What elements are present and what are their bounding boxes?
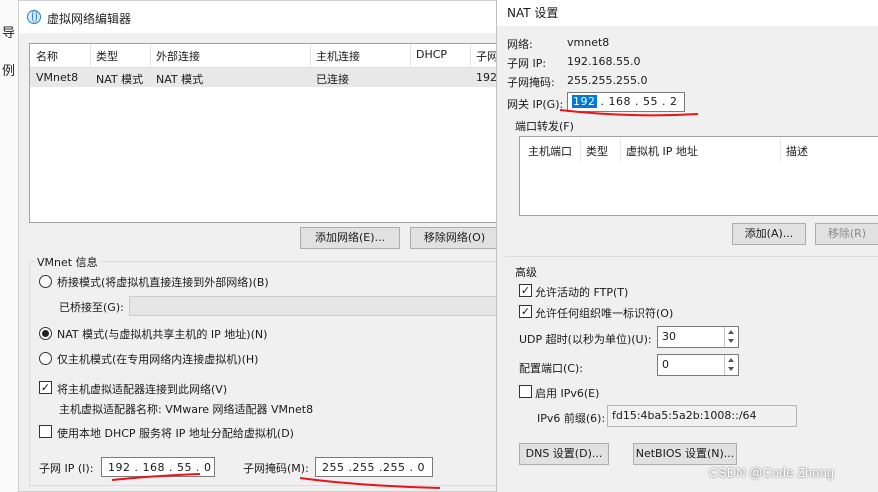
bridged-to-label: 已桥接至(G):: [59, 301, 124, 314]
arrow-up-icon[interactable]: [728, 330, 734, 334]
network-list[interactable]: 名称 类型 外部连接 主机连接 DHCP 子网 VMnet8 NAT 模式 NA…: [29, 43, 519, 223]
add-network-button[interactable]: 添加网络(E)...: [300, 227, 400, 249]
allow-ftp-checkbox[interactable]: ✓: [519, 284, 532, 297]
spinner-arrows[interactable]: [724, 327, 738, 347]
dns-settings-button[interactable]: DNS 设置(D)...: [519, 443, 609, 465]
gateway-rest: . 168 . 55 . 2: [596, 95, 678, 108]
subnet-ip-field[interactable]: 192 . 168 . 55 . 0: [101, 457, 215, 477]
column-header-subnet[interactable]: 子网: [476, 48, 498, 64]
column-header-external[interactable]: 外部连接: [156, 48, 200, 64]
arrow-up-icon[interactable]: [728, 358, 734, 362]
list-header: 名称 类型 外部连接 主机连接 DHCP 子网: [30, 44, 518, 68]
title-bar: 虚拟网络编辑器: [19, 1, 499, 33]
ipv6-prefix-field[interactable]: fd15:4ba5:5a2b:1008::/64: [607, 405, 797, 427]
gateway-ip-field[interactable]: 192 . 168 . 55 . 2: [567, 92, 685, 112]
column-header-host[interactable]: 主机连接: [316, 48, 360, 64]
connect-adapter-checkbox[interactable]: ✓: [39, 381, 52, 394]
pf-col-vm-ip[interactable]: 虚拟机 IP 地址: [626, 143, 698, 159]
enable-ipv6-checkbox[interactable]: [519, 385, 532, 398]
vmnet-info-group: [29, 261, 511, 486]
cell-type: NAT 模式: [96, 73, 144, 86]
vmnet-info-label: VMnet 信息: [35, 254, 100, 270]
spinner-arrows[interactable]: [724, 355, 738, 375]
arrow-down-icon[interactable]: [728, 367, 734, 371]
subnet-ip-value: 192.168.55.0: [567, 55, 641, 68]
allow-oui-checkbox[interactable]: ✓: [519, 305, 532, 318]
allow-oui-label[interactable]: 允许任何组织唯一标识符(O): [535, 305, 673, 321]
nat-settings-window: NAT 设置 网络: vmnet8 子网 IP: 192.168.55.0 子网…: [496, 0, 878, 492]
subnet-ip-label: 子网 IP:: [507, 57, 547, 70]
network-value: vmnet8: [567, 36, 610, 49]
gateway-first-octet: 192: [572, 95, 597, 108]
advanced-label: 高级: [515, 266, 537, 279]
network-label: 网络:: [507, 38, 533, 51]
network-globe-icon: [27, 10, 41, 24]
subnet-ip-label: 子网 IP (I):: [39, 462, 94, 475]
background-text: 导: [2, 26, 16, 41]
arrow-down-icon[interactable]: [728, 339, 734, 343]
background-page: 导 例: [0, 0, 20, 492]
column-header-name[interactable]: 名称: [36, 48, 58, 64]
subnet-mask-label: 子网掩码(M):: [243, 462, 309, 475]
enable-ipv6-label[interactable]: 启用 IPv6(E): [535, 385, 599, 401]
add-port-forward-button[interactable]: 添加(A)...: [732, 223, 806, 245]
host-only-radio[interactable]: [39, 352, 52, 365]
virtual-network-editor-window: 虚拟网络编辑器 名称 类型 外部连接 主机连接 DHCP 子网 VMnet8 N…: [18, 0, 519, 492]
config-port-spinner[interactable]: 0: [657, 354, 739, 376]
adapter-name-text: 主机虚拟适配器名称: VMware 网络适配器 VMnet8: [59, 403, 314, 416]
subnet-mask-value: 255.255.255.0: [567, 74, 648, 87]
udp-timeout-value: 30: [662, 330, 676, 343]
allow-ftp-label[interactable]: 允许活动的 FTP(T): [535, 284, 628, 300]
nat-radio[interactable]: [39, 327, 52, 340]
udp-timeout-label: UDP 超时(以秒为单位)(U):: [519, 333, 652, 346]
window-title: NAT 设置: [507, 6, 559, 20]
gateway-ip-label: 网关 IP(G):: [507, 98, 564, 111]
remove-port-forward-button[interactable]: 移除(R): [815, 223, 878, 245]
host-only-radio-label[interactable]: 仅主机模式(在专用网络内连接虚拟机)(H): [57, 351, 258, 367]
subnet-mask-label: 子网掩码:: [507, 76, 555, 89]
window-title: 虚拟网络编辑器: [47, 12, 132, 26]
config-port-value: 0: [662, 358, 669, 371]
cell-host: 已连接: [316, 73, 349, 86]
ipv6-prefix-label: IPv6 前缀(6):: [537, 412, 606, 425]
config-port-label: 配置端口(C):: [519, 362, 583, 375]
netbios-settings-button[interactable]: NetBIOS 设置(N)...: [633, 443, 737, 465]
dhcp-checkbox[interactable]: [39, 425, 52, 438]
bridged-radio[interactable]: [39, 275, 52, 288]
table-row[interactable]: VMnet8 NAT 模式 NAT 模式 已连接 192.: [30, 68, 518, 87]
column-header-dhcp[interactable]: DHCP: [416, 48, 447, 61]
connect-adapter-label[interactable]: 将主机虚拟适配器连接到此网络(V): [57, 381, 227, 397]
title-bar: NAT 设置: [497, 0, 878, 26]
column-header-type[interactable]: 类型: [96, 48, 118, 64]
background-text: 例: [2, 64, 16, 79]
pf-col-description[interactable]: 描述: [786, 143, 808, 159]
cell-name: VMnet8: [36, 71, 79, 84]
bridged-to-select[interactable]: [129, 296, 501, 316]
udp-timeout-spinner[interactable]: 30: [657, 326, 739, 348]
port-forward-label: 端口转发(F): [515, 120, 574, 133]
subnet-mask-field[interactable]: 255 .255 .255 . 0: [315, 457, 433, 477]
watermark: CSDN @Code Zhong: [708, 465, 834, 480]
bridged-radio-label[interactable]: 桥接模式(将虚拟机直接连接到外部网络)(B): [57, 274, 269, 290]
dhcp-checkbox-label[interactable]: 使用本地 DHCP 服务将 IP 地址分配给虚拟机(D): [57, 425, 294, 441]
pf-col-host-port[interactable]: 主机端口: [528, 143, 572, 159]
pf-col-type[interactable]: 类型: [586, 143, 608, 159]
port-forward-list[interactable]: 主机端口 类型 虚拟机 IP 地址 描述: [519, 136, 878, 216]
cell-external: NAT 模式: [156, 73, 204, 86]
nat-radio-label[interactable]: NAT 模式(与虚拟机共享主机的 IP 地址)(N): [57, 326, 267, 342]
remove-network-button[interactable]: 移除网络(O): [410, 227, 499, 249]
